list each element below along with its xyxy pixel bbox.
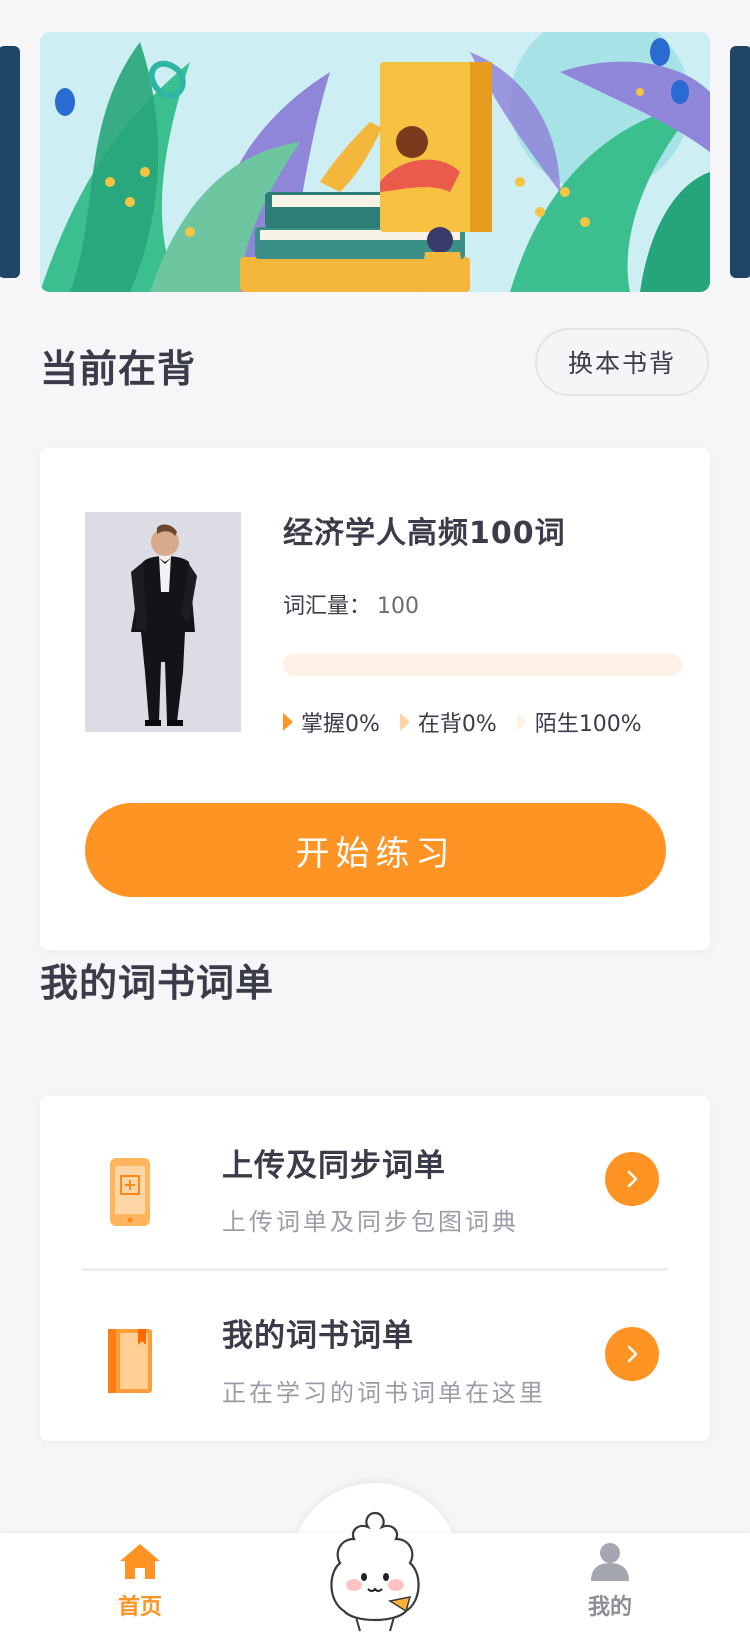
nav-mine-label: 我的 <box>587 1595 632 1620</box>
vocab-count: 100 <box>377 594 420 619</box>
user-icon <box>591 1543 629 1581</box>
carousel-prev-peek[interactable] <box>0 46 20 278</box>
list-item-my-books[interactable]: 我的词书词单 正在学习的词书词单在这里 <box>40 1271 710 1441</box>
phone-upload-icon <box>106 1156 154 1228</box>
book-icon <box>106 1325 154 1397</box>
start-practice-button[interactable]: 开始练习 <box>85 803 666 897</box>
list-item-title: 我的词书词单 <box>222 1318 414 1354</box>
stat-learning: 在背0% <box>399 706 497 738</box>
man-in-tuxedo-photo <box>85 512 241 732</box>
switch-book-button[interactable]: 换本书背 <box>535 328 709 396</box>
mastered-marker-icon <box>283 713 293 731</box>
nav-home-label: 首页 <box>117 1595 162 1620</box>
book-cover-image[interactable] <box>85 512 241 732</box>
home-icon <box>120 1544 160 1579</box>
home-screen: 当前在背 换本书背 经济学人高频100词 词汇量： 100 掌握0% 在背0% … <box>0 0 750 1643</box>
stat-unknown: 陌生100% <box>516 706 642 738</box>
learning-marker-icon <box>399 713 410 731</box>
reading-books-illustration <box>40 32 710 292</box>
bun-mascot-icon[interactable] <box>320 1505 430 1635</box>
chevron-right-icon[interactable] <box>605 1152 659 1206</box>
my-lists-section-title: 我的词书词单 <box>40 961 275 1005</box>
current-book-card: 经济学人高频100词 词汇量： 100 掌握0% 在背0% 陌生100% 开始练习 <box>40 448 710 950</box>
progress-bar <box>283 654 682 676</box>
stat-learning-label: 在背0% <box>417 712 497 737</box>
list-item-subtitle: 上传词单及同步包图词典 <box>222 1208 519 1236</box>
list-item-upload-sync[interactable]: 上传及同步词单 上传词单及同步包图词典 <box>40 1096 710 1266</box>
unknown-marker-icon <box>516 713 527 731</box>
chevron-right-icon[interactable] <box>605 1327 659 1381</box>
banner-carousel[interactable] <box>40 32 710 292</box>
nav-mine[interactable]: 我的 <box>550 1541 670 1621</box>
stat-mastered: 掌握0% <box>283 706 380 738</box>
nav-home[interactable]: 首页 <box>80 1541 200 1621</box>
book-title: 经济学人高频100词 <box>283 516 566 551</box>
vocab-count-row: 词汇量： 100 <box>283 588 419 620</box>
progress-stats: 掌握0% 在背0% 陌生100% <box>283 706 662 738</box>
vocab-label: 词汇量： <box>283 594 372 619</box>
stat-unknown-label: 陌生100% <box>534 712 642 737</box>
my-lists-card: 上传及同步词单 上传词单及同步包图词典 我的词书词单 正在学习的词书词单在这里 <box>40 1096 710 1441</box>
list-item-subtitle: 正在学习的词书词单在这里 <box>222 1379 546 1407</box>
carousel-next-peek[interactable] <box>730 46 750 278</box>
current-section-title: 当前在背 <box>40 347 197 391</box>
list-item-title: 上传及同步词单 <box>222 1148 446 1184</box>
stat-mastered-label: 掌握0% <box>301 712 380 737</box>
